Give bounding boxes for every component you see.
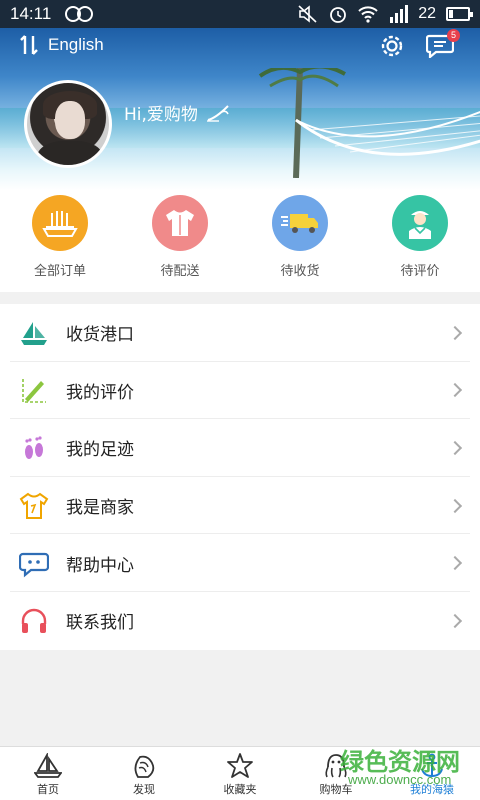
- edit-pen-icon[interactable]: [206, 104, 232, 122]
- ship-icon: [32, 195, 88, 251]
- message-badge: 5: [447, 29, 460, 42]
- nav-home[interactable]: 首页: [0, 747, 96, 800]
- order-to-ship-label: 待配送: [160, 264, 200, 279]
- mute-icon: [298, 5, 317, 23]
- order-all[interactable]: 全部订单: [0, 190, 120, 292]
- chevron-right-icon: [447, 613, 463, 628]
- merchant-shirt-icon: [19, 492, 49, 519]
- watermark: 绿色资源网 www.downcc.com: [340, 742, 476, 796]
- chevron-right-icon: [447, 556, 463, 571]
- chevron-right-icon: [447, 498, 463, 513]
- menu-item-label: 帮助中心: [66, 555, 134, 576]
- order-to-receive-label: 待收货: [280, 264, 320, 279]
- chevron-right-icon: [447, 383, 463, 398]
- pen-icon: [22, 379, 46, 404]
- status-time: 14:11: [10, 4, 52, 23]
- profile-header: English 5 Hi,爱购物: [0, 28, 480, 190]
- switch-arrows-icon: [20, 35, 38, 55]
- menu-item-my-reviews[interactable]: 我的评价: [0, 362, 480, 420]
- order-to-review[interactable]: 待评价: [360, 190, 480, 292]
- battery-level: 22: [418, 5, 436, 22]
- greeting-text: Hi,爱购物: [124, 105, 198, 125]
- menu-item-label: 我是商家: [66, 498, 134, 519]
- nav-label: 发现: [133, 783, 155, 796]
- order-to-ship[interactable]: 待配送: [120, 190, 240, 292]
- chat-bubble-icon: [19, 553, 49, 578]
- menu-item-label: 我的足迹: [66, 440, 134, 461]
- order-all-label: 全部订单: [33, 264, 86, 279]
- menu-item-label: 我的评价: [66, 382, 134, 403]
- shell-icon: [134, 755, 155, 778]
- alarm-icon: [330, 7, 347, 23]
- truck-icon: [272, 195, 328, 251]
- headphones-icon: [21, 608, 47, 633]
- menu-item-contact-us[interactable]: 联系我们: [0, 592, 480, 650]
- avatar[interactable]: [24, 80, 112, 168]
- menu-item-label: 联系我们: [66, 613, 134, 634]
- nav-favorites[interactable]: 收藏夹: [192, 747, 288, 800]
- messages-button[interactable]: 5: [425, 29, 460, 60]
- wifi-icon: [358, 6, 378, 23]
- chevron-right-icon: [447, 325, 463, 340]
- language-switch[interactable]: English: [18, 34, 104, 56]
- watermark-url: www.downcc.com: [348, 772, 452, 787]
- starfish-icon: [227, 753, 253, 778]
- hammock-illustration: [258, 68, 480, 178]
- nav-label: 收藏夹: [223, 783, 257, 796]
- nav-label: 首页: [37, 783, 59, 796]
- menu-item-merchant[interactable]: 我是商家: [0, 477, 480, 535]
- battery-icon: [446, 7, 473, 21]
- sailboat-icon: [21, 321, 47, 345]
- order-status-row: 全部订单 待配送 待收货 待评价: [0, 190, 480, 292]
- shirt-icon: [152, 195, 208, 251]
- menu-item-help-center[interactable]: 帮助中心: [0, 534, 480, 592]
- language-label: English: [48, 35, 104, 54]
- boat-icon: [34, 753, 62, 778]
- footprints-icon: [25, 436, 43, 459]
- order-to-receive[interactable]: 待收货: [240, 190, 360, 292]
- status-bar: 14:11 22: [0, 0, 480, 28]
- nav-discover[interactable]: 发现: [96, 747, 192, 800]
- menu-item-my-footprints[interactable]: 我的足迹: [0, 419, 480, 477]
- sailor-icon: [392, 195, 448, 251]
- greeting[interactable]: Hi,爱购物: [124, 100, 232, 125]
- menu-item-label: 收货港口: [66, 325, 134, 346]
- order-to-review-label: 待评价: [400, 264, 440, 279]
- signal-icon: [390, 5, 409, 23]
- loop-icon: [65, 6, 95, 22]
- chevron-right-icon: [447, 440, 463, 456]
- settings-gear-icon[interactable]: [378, 32, 406, 60]
- menu-item-shipping-port[interactable]: 收货港口: [0, 304, 480, 362]
- menu-list: 收货港口 我的评价 我的足迹 我是商家 帮助中心 联系我们: [0, 304, 480, 650]
